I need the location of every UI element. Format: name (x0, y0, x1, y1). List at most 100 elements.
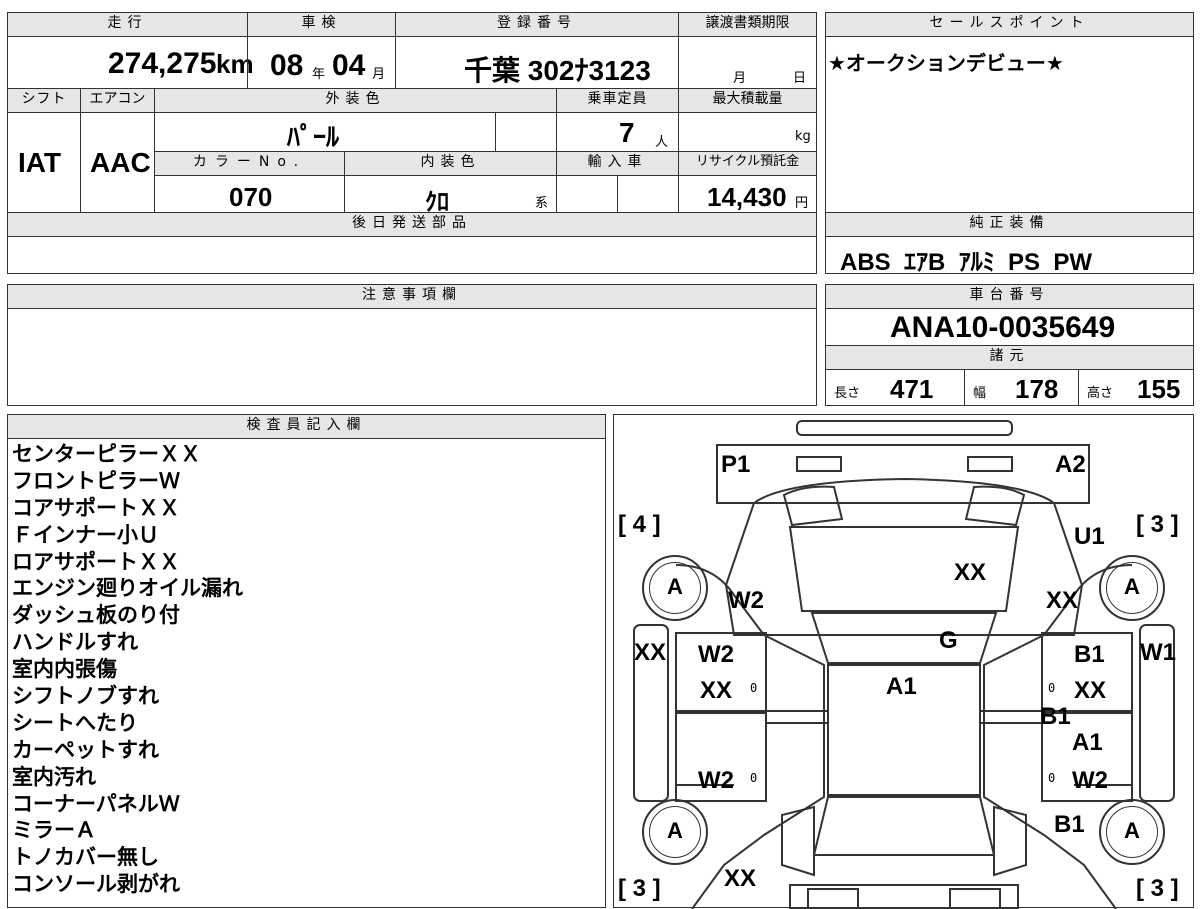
inspection-month-unit: 月 (372, 67, 386, 82)
mark-zero-left-1: 0 (750, 681, 758, 695)
equipment-header: 純正装備 (825, 212, 1194, 237)
mark-w1-right-side: W1 (1140, 639, 1176, 666)
mark-xx-front-right: XX (1046, 587, 1079, 614)
inspector-line: シートへたり (12, 710, 138, 735)
recycle-cell: 14,430 円 (678, 175, 817, 213)
shift-cell: IAT (7, 112, 81, 213)
later-parts-cell (7, 236, 817, 274)
spec-length-cell: 長さ 471 (825, 369, 965, 406)
exterior-color-header: 外装色 (154, 88, 557, 113)
spec-width-value: 178 (1015, 374, 1059, 404)
shift-value: IAT (18, 147, 62, 178)
mileage-header: 走行 (7, 12, 248, 37)
inspector-line: ダッシュ板のり付 (12, 603, 180, 628)
max-load-unit: kg (795, 129, 811, 144)
inspection-year: 08 (270, 49, 304, 82)
capacity-value: 7 (619, 117, 635, 148)
inspector-line: フロントピラーＷ (12, 468, 180, 493)
inspection-header: 車検 (247, 12, 396, 37)
equipment-value: ABS ｴｱB ｱﾙﾐ PS PW (840, 249, 1093, 276)
import-header: 輸入車 (556, 151, 679, 176)
mark-w2-front-left: W2 (728, 587, 764, 614)
chassis-value: ANA10-0035649 (890, 311, 1116, 344)
mark-g: G (939, 627, 958, 654)
max-load-cell: kg (678, 112, 817, 152)
inspector-line: エンジン廻りオイル漏れ (12, 576, 243, 601)
recycle-header: リサイクル預託金 (678, 151, 817, 176)
mark-xx-rear: XX (724, 865, 757, 892)
mark-w2-right-door2: W2 (1072, 767, 1108, 794)
equipment-cell: ABS ｴｱB ｱﾙﾐ PS PW (825, 236, 1194, 276)
tire-front-right: A (1099, 555, 1165, 621)
mark-xx-left-door1: XX (700, 677, 733, 704)
sales-point-header: セールスポイント (825, 12, 1194, 37)
notes-header: 注意事項欄 (7, 284, 817, 309)
mark-zero-right-1: 0 (1048, 681, 1056, 695)
inspector-line: ロアサポートＸＸ (12, 549, 180, 574)
capacity-unit: 人 (655, 135, 669, 150)
spec-width-cell: 幅 178 (964, 369, 1079, 406)
spec-height-label: 高さ (1087, 386, 1114, 401)
mark-p1: P1 (721, 451, 751, 478)
max-load-header: 最大積載量 (678, 88, 817, 113)
import-cell-1 (556, 175, 618, 213)
color-no-cell: 070 (154, 175, 345, 213)
registration-cell: 千葉 302ﾅ3123 (395, 36, 679, 89)
aircon-value: AAC (90, 147, 151, 178)
specs-header: 諸元 (825, 345, 1194, 370)
spec-width-label: 幅 (973, 386, 987, 401)
right-bracket-3-top: [ 3 ] (1136, 511, 1179, 538)
exterior-color-value: ﾊﾟｰﾙ (287, 122, 340, 152)
car-diagram-panel: [ 4 ] [ 3 ] [ 3 ] [ 3 ] A A A A P1 A2 U1… (613, 414, 1194, 909)
inspector-line: コアサポートＸＸ (12, 495, 180, 520)
registration-value: 千葉 302ﾅ3123 (464, 55, 651, 86)
color-no-value: 070 (229, 182, 273, 212)
mark-xx-hood: XX (954, 559, 987, 586)
inspector-line: ミラーＡ (12, 818, 96, 843)
spec-length-value: 471 (890, 374, 934, 404)
interior-color-cell: ｸﾛ 系 (344, 175, 557, 216)
mark-b1-right-door1: B1 (1074, 641, 1105, 668)
recycle-unit: 円 (795, 196, 809, 211)
tire-front-left: A (642, 555, 708, 621)
inspector-list: センターピラーＸＸ フロントピラーＷ コアサポートＸＸ Ｆインナー小Ｕ ロアサポートＸＸ… (12, 441, 243, 898)
spec-height-value: 155 (1137, 374, 1181, 404)
mark-u1: U1 (1074, 523, 1105, 550)
interior-color-suffix: 系 (535, 196, 549, 211)
later-parts-header: 後日発送部品 (7, 212, 817, 237)
mark-zero-left-2: 0 (750, 771, 758, 785)
aircon-header: エアコン (80, 88, 155, 113)
notes-cell (7, 308, 817, 406)
inspector-line: Ｆインナー小Ｕ (12, 522, 159, 547)
tire-front-left-mark: A (667, 574, 683, 599)
exterior-color-cell: ﾊﾟｰﾙ (154, 112, 496, 152)
mark-zero-right-2: 0 (1048, 771, 1056, 785)
spec-length-label: 長さ (834, 386, 861, 401)
inspector-line: シフトノブすれ (12, 684, 159, 709)
tire-rear-right: A (1099, 799, 1165, 865)
tire-front-right-mark: A (1124, 574, 1140, 599)
capacity-cell: 7 人 (556, 112, 679, 152)
inspector-line: カーペットすれ (12, 737, 159, 762)
inspection-year-unit: 年 (312, 67, 326, 82)
tire-rear-left: A (642, 799, 708, 865)
right-bracket-3-bottom: [ 3 ] (1136, 875, 1179, 902)
mileage-value: 274,275 (108, 47, 217, 80)
left-bracket-3-bottom: [ 3 ] (618, 875, 661, 902)
mark-a2: A2 (1055, 451, 1086, 478)
inspector-line: ハンドルすれ (12, 630, 138, 655)
mileage-cell: 274,275 km (7, 36, 254, 89)
inspector-line: コーナーパネルＷ (12, 791, 180, 816)
inspector-line: トノカバー無し (12, 845, 159, 870)
chassis-header: 車台番号 (825, 284, 1194, 309)
import-cell-2 (617, 175, 679, 213)
tire-rear-right-mark: A (1124, 818, 1140, 843)
mark-b1-rear: B1 (1054, 811, 1085, 838)
inspector-line: センターピラーＸＸ (12, 442, 201, 466)
inspector-header: 検査員記入欄 (7, 414, 606, 439)
inspection-month: 04 (332, 49, 366, 82)
mark-xx-left-side: XX (634, 639, 667, 666)
chassis-cell: ANA10-0035649 (825, 308, 1194, 346)
mark-w2-left-door2: W2 (698, 767, 734, 794)
interior-color-header: 内装色 (344, 151, 557, 176)
